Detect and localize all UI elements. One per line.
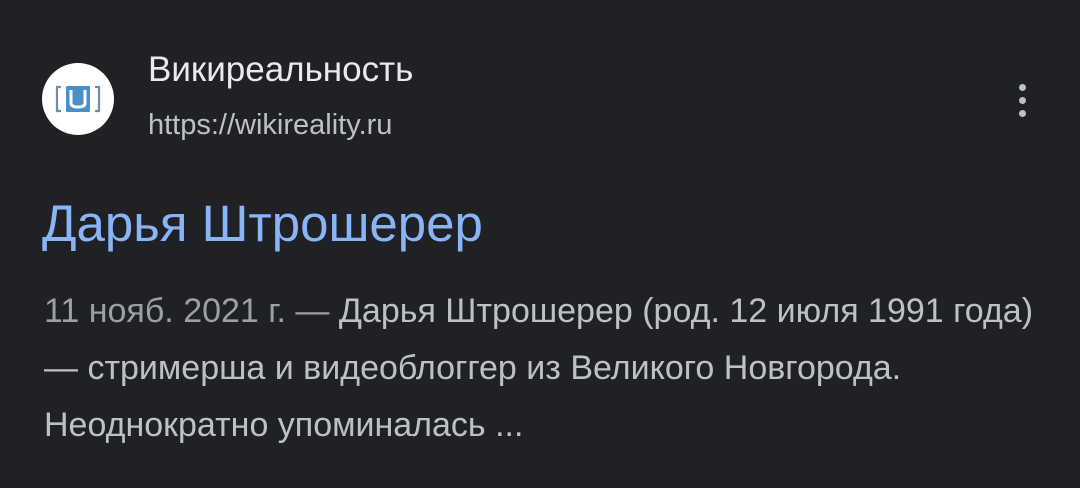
snippet-date: 11 нояб. 2021 г. (44, 292, 286, 330)
wikireality-logo-icon (42, 63, 114, 135)
result-snippet: 11 нояб. 2021 г. — Дарья Штрошерер (род.… (44, 283, 1044, 454)
more-vert-icon (1018, 83, 1026, 117)
result-title-link[interactable]: Дарья Штрошерер (42, 192, 483, 256)
more-options-button[interactable] (1004, 78, 1040, 122)
site-info[interactable]: Викиреальность https://wikireality.ru (42, 50, 413, 142)
site-name: Викиреальность (148, 50, 414, 89)
search-result-card: Викиреальность https://wikireality.ru Да… (0, 0, 1080, 488)
site-url: https://wikireality.ru (148, 109, 393, 141)
snippet-separator: — (285, 292, 339, 330)
